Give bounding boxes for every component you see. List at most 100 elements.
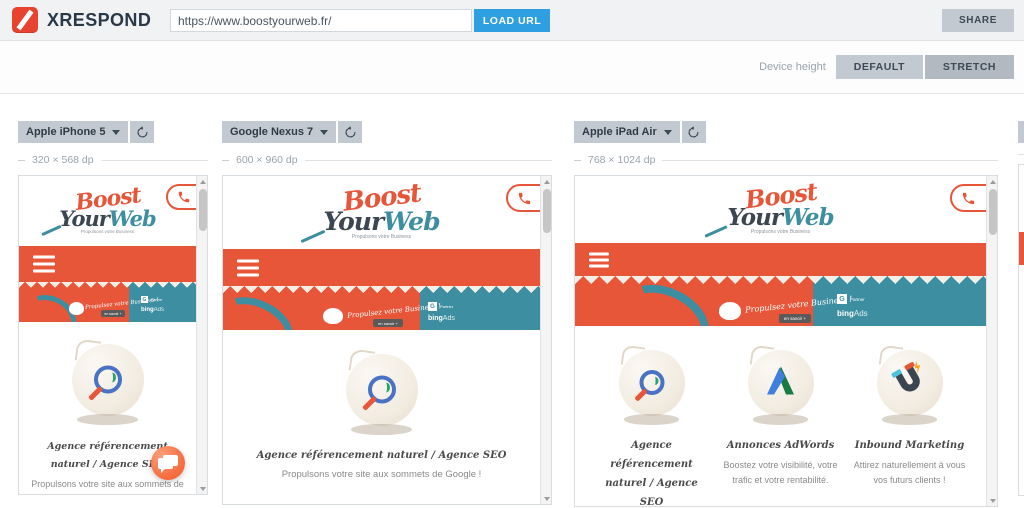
device-select-iphone-5[interactable]: Apple iPhone 5 xyxy=(18,121,129,143)
reload-icon[interactable] xyxy=(130,121,155,143)
adwords-glyph xyxy=(764,365,798,402)
device-height-default-button[interactable]: DEFAULT xyxy=(835,55,923,79)
google-partner-label: Partner xyxy=(440,304,454,309)
hero-hand-icon xyxy=(719,302,741,320)
options-bar: Device height DEFAULT STRETCH xyxy=(0,41,1024,94)
load-url-button[interactable]: LOAD URL xyxy=(474,9,550,32)
google-partner-icon: G xyxy=(428,302,437,311)
reload-icon[interactable] xyxy=(338,121,363,143)
scrollbar-thumb[interactable] xyxy=(543,189,551,233)
device-header xyxy=(1018,120,1024,144)
dimension-dash xyxy=(18,159,25,161)
device-dimensions-row: 320 × 568 dp xyxy=(18,154,208,166)
device-select-ipad-air[interactable]: Apple iPad Air xyxy=(574,121,680,143)
device-header: Apple iPad Air xyxy=(574,120,998,144)
site-hero-banner: Propulsez votre Business ! en savoir + G… xyxy=(19,282,196,322)
device-select-offscreen[interactable] xyxy=(1018,121,1024,143)
dimension-dash xyxy=(574,159,581,161)
hero-cta-button[interactable]: en savoir + xyxy=(373,319,403,327)
bing-label: bing xyxy=(428,315,443,322)
site-navbar[interactable] xyxy=(223,249,540,286)
site-navbar[interactable] xyxy=(19,246,196,282)
device-frame-nexus-7[interactable]: Boost YourWeb Propulsons votre Business xyxy=(222,175,552,505)
chevron-down-icon xyxy=(112,129,121,135)
device-dimensions-label: 768 × 1024 dp xyxy=(588,154,656,166)
viewport-scrollbar[interactable] xyxy=(986,176,997,506)
hamburger-menu-icon[interactable] xyxy=(237,259,259,276)
google-adwords-icon xyxy=(747,344,814,425)
feature-card: Agence référencement naturel / Agence SE… xyxy=(587,344,716,506)
orb-highlight xyxy=(621,344,647,368)
device-height-toggle-group: DEFAULT STRETCH xyxy=(835,55,1014,79)
site-logo-area: Boost YourWeb Propulsons votre Business xyxy=(575,176,986,243)
scrollbar-thumb[interactable] xyxy=(199,189,207,231)
hero-cta-button[interactable]: en savoir + xyxy=(779,314,811,323)
bing-label: bing xyxy=(837,309,854,318)
device-dimensions-row xyxy=(1018,154,1024,155)
hamburger-menu-icon[interactable] xyxy=(589,252,609,267)
feature-title: Agence référencement naturel / Agence SE… xyxy=(256,450,507,461)
dimension-rule xyxy=(1018,154,1024,155)
feature-card: Annonces AdWords Boostez votre visibilit… xyxy=(716,344,845,506)
device-viewport[interactable]: Boost YourWeb Propulsons votre Business xyxy=(575,176,986,506)
phone-icon[interactable] xyxy=(506,184,540,212)
bing-ads-suffix: Ads xyxy=(853,309,868,318)
device-preview-stage[interactable]: Apple iPhone 5 320 × 568 dp Boost YourWe… xyxy=(0,94,1024,508)
device-viewport[interactable]: Boost YourWeb Propulsons votre Business xyxy=(223,176,540,504)
phone-icon[interactable] xyxy=(950,184,986,212)
viewport-scrollbar[interactable] xyxy=(540,176,551,504)
orb-highlight xyxy=(74,338,102,363)
device-select-nexus-7[interactable]: Google Nexus 7 xyxy=(222,121,337,143)
chat-bubble-icon[interactable] xyxy=(151,446,185,480)
feature-title: Agence référencement naturel / Agence SE… xyxy=(605,440,698,506)
google-partner-icon: G xyxy=(141,296,148,303)
device-header: Google Nexus 7 xyxy=(222,120,552,144)
scroll-down-icon[interactable] xyxy=(987,495,997,506)
orb-highlight xyxy=(348,348,376,373)
hero-hand-icon xyxy=(69,302,84,315)
phone-icon[interactable] xyxy=(166,184,196,210)
bing-ads-badge: bingAds xyxy=(428,315,455,322)
device-height-stretch-button[interactable]: STRETCH xyxy=(924,55,1014,79)
magnifying-glass-icon xyxy=(618,344,685,425)
orb-highlight xyxy=(879,344,905,368)
url-input[interactable] xyxy=(170,9,472,32)
site-hero-banner: Propulsez votre Business ! en savoir + G… xyxy=(575,276,986,326)
feature-title: Annonces AdWords xyxy=(726,440,835,451)
site-navbar[interactable] xyxy=(575,243,986,276)
google-partner-icon: G xyxy=(837,294,847,304)
device-frame-iphone-5[interactable]: Boost YourWeb Propulsons votre Business xyxy=(18,175,208,495)
device-frame-offscreen[interactable] xyxy=(1018,164,1024,496)
feature-title: Inbound Marketing xyxy=(854,440,965,451)
device-header: Apple iPhone 5 xyxy=(18,120,208,144)
hero-hand-icon xyxy=(323,308,343,324)
feature-card: Agence référencement naturel / Agence SE… xyxy=(223,348,540,483)
scroll-up-icon[interactable] xyxy=(197,176,207,187)
site-navbar[interactable] xyxy=(1019,232,1024,265)
hamburger-menu-icon[interactable] xyxy=(33,255,55,273)
dimension-rule xyxy=(304,159,552,161)
share-button[interactable]: SHARE xyxy=(942,9,1014,32)
scroll-down-icon[interactable] xyxy=(541,493,551,504)
site-content: Boost YourWeb Propulsons votre Business xyxy=(575,176,986,506)
hero-cta-button[interactable]: en savoir + xyxy=(101,310,125,317)
scroll-up-icon[interactable] xyxy=(987,176,997,187)
device-frame-ipad-air[interactable]: Boost YourWeb Propulsons votre Business xyxy=(574,175,998,507)
device-viewport[interactable] xyxy=(1019,165,1024,495)
chevron-down-icon xyxy=(320,129,329,135)
feature-body: Boostez votre visibilité, votre trafic e… xyxy=(723,460,838,485)
feature-body: Attirez naturellement à vous vos futurs … xyxy=(853,460,966,485)
reload-icon[interactable] xyxy=(681,121,706,143)
scroll-up-icon[interactable] xyxy=(541,176,551,187)
device-dimensions-row: 768 × 1024 dp xyxy=(574,154,998,166)
feature-body: Propulsons votre site aux sommets de Goo… xyxy=(31,479,184,489)
device-panel-ipad-air: Apple iPad Air 768 × 1024 dp Boost YourW… xyxy=(574,94,998,507)
viewport-scrollbar[interactable] xyxy=(196,176,207,494)
brand-name: XRESPOND xyxy=(47,9,152,30)
scrollbar-thumb[interactable] xyxy=(989,189,997,235)
site-content xyxy=(1019,165,1024,265)
device-select-label: Google Nexus 7 xyxy=(230,126,314,138)
bing-ads-suffix: Ads xyxy=(153,307,165,313)
scroll-down-icon[interactable] xyxy=(197,483,207,494)
device-panel-nexus-7: Google Nexus 7 600 × 960 dp Boost YourWe… xyxy=(222,94,552,505)
